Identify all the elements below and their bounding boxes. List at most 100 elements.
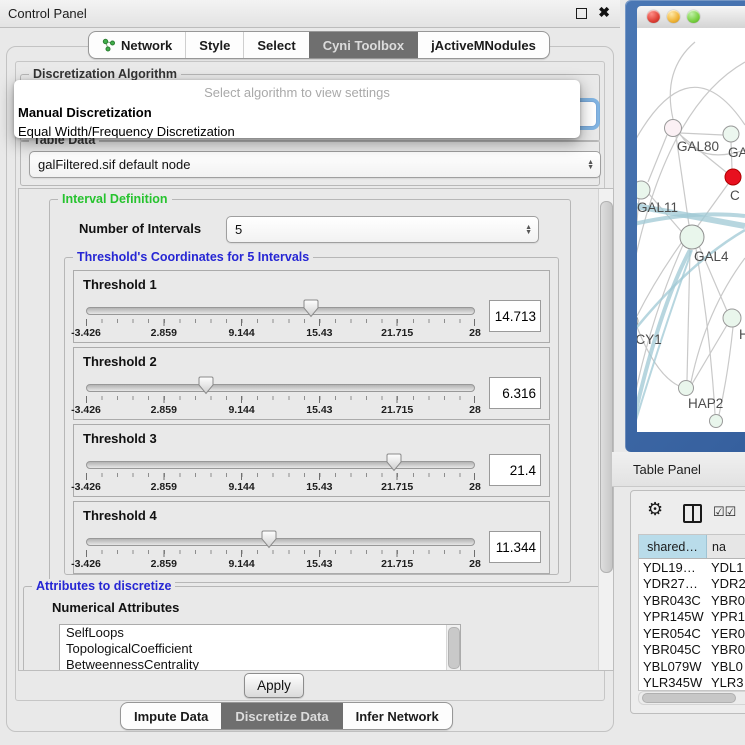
network-node[interactable] — [637, 181, 650, 199]
column-header-shared-name[interactable]: shared… — [639, 535, 707, 558]
table-row[interactable]: YBL079WYBL0 — [639, 658, 745, 675]
tab-cyni-toolbox[interactable]: Cyni Toolbox — [309, 32, 417, 58]
control-panel-titlebar: Control Panel ✖ — [0, 0, 620, 28]
slider-track[interactable] — [86, 307, 475, 315]
tab-label: jActiveMNodules — [431, 38, 536, 53]
scale-label: 2.859 — [151, 327, 177, 339]
attributes-list-scrollbar[interactable] — [446, 625, 460, 671]
attribute-item[interactable]: TopologicalCoefficient — [60, 641, 460, 657]
algorithm-option[interactable]: Manual Discretization — [14, 103, 580, 122]
table-row[interactable]: YBR045CYBR0 — [639, 642, 745, 659]
table-data-combobox[interactable]: galFiltered.sif default node ▲▼ — [29, 151, 601, 178]
threshold-value-field[interactable]: 6.316 — [489, 377, 541, 409]
thresholds-groupbox: Threshold's Coordinates for 5 Intervals … — [64, 257, 559, 575]
table-cell[interactable]: YDL1 — [707, 559, 745, 576]
tab-jactivemnodules[interactable]: jActiveMNodules — [417, 32, 549, 58]
slider-thumb[interactable] — [386, 453, 402, 472]
table-cell[interactable]: YDL19… — [639, 559, 707, 576]
float-icon[interactable] — [576, 8, 587, 19]
tab-infer-network[interactable]: Infer Network — [342, 703, 452, 729]
table-horizontal-scrollbar[interactable] — [638, 691, 745, 705]
num-intervals-value: 5 — [235, 222, 242, 237]
network-node[interactable] — [725, 169, 741, 185]
table-row[interactable]: YDL19…YDL1 — [639, 559, 745, 576]
threshold-slider[interactable]: -3.4262.8599.14415.4321.71528 — [84, 528, 477, 571]
table-cell[interactable]: YBR045C — [639, 642, 707, 659]
slider-track[interactable] — [86, 384, 475, 392]
threshold-slider[interactable]: -3.4262.8599.14415.4321.71528 — [84, 374, 477, 417]
numerical-attributes-list[interactable]: SelfLoopsTopologicalCoefficientBetweenne… — [59, 624, 461, 671]
table-cell[interactable]: YER054C — [639, 625, 707, 642]
table-cell[interactable]: YDR27… — [639, 576, 707, 593]
table-panel: ⚙ ☑☑ shared… na YDL19…YDL1YDR27…YDR2YBR0… — [630, 490, 745, 714]
network-node[interactable] — [680, 225, 704, 249]
table-cell[interactable]: YDR2 — [707, 576, 745, 593]
column-header-name[interactable]: na — [707, 535, 745, 558]
tab-discretize-data[interactable]: Discretize Data — [221, 703, 341, 729]
threshold-value-field[interactable]: 11.344 — [489, 531, 541, 563]
node-table[interactable]: shared… na YDL19…YDL1YDR27…YDR2YBR043CYB… — [638, 534, 745, 691]
tab-impute-data[interactable]: Impute Data — [121, 703, 221, 729]
attributes-groupbox: Attributes to discretize Numerical Attri… — [23, 586, 601, 671]
scale-label: 21.715 — [381, 404, 413, 416]
slider-scale-labels: -3.4262.8599.14415.4321.71528 — [86, 404, 475, 416]
table-cell[interactable]: YPR1 — [707, 609, 745, 626]
window-zoom-button[interactable] — [687, 10, 700, 23]
table-cell[interactable]: YBL079W — [639, 658, 707, 675]
algorithm-option[interactable]: Equal Width/Frequency Discretization — [14, 122, 580, 138]
slider-thumb[interactable] — [198, 376, 214, 395]
algorithm-combo-placeholder: Select algorithm to view settings — [14, 85, 580, 103]
attribute-item[interactable]: BetweennessCentrality — [60, 657, 460, 671]
tab-label: Discretize Data — [235, 709, 328, 724]
threshold-slider[interactable]: -3.4262.8599.14415.4321.71528 — [84, 451, 477, 494]
threshold-slider[interactable]: -3.4262.8599.14415.4321.71528 — [84, 297, 477, 340]
table-row[interactable]: YBR043CYBR0 — [639, 592, 745, 609]
threshold-panel: Threshold 1 -3.4262.8599.14415.4321.7152… — [73, 270, 550, 343]
scale-label: 28 — [469, 558, 481, 570]
network-node[interactable] — [723, 126, 739, 142]
network-canvas[interactable]: GAL80GACGAL11GAL4GCY1HHAP2 — [637, 28, 745, 432]
window-close-button[interactable] — [647, 10, 660, 23]
slider-major-ticks — [86, 319, 475, 326]
apply-button[interactable]: Apply — [244, 673, 304, 698]
network-node[interactable] — [710, 415, 723, 428]
table-cell[interactable]: YBR043C — [639, 592, 707, 609]
threshold-label: Threshold 4 — [83, 508, 157, 523]
attributes-group-title: Attributes to discretize — [32, 579, 175, 593]
table-cell[interactable]: YBR0 — [707, 642, 745, 659]
table-cell[interactable]: YLR345W — [639, 675, 707, 692]
network-node[interactable] — [665, 120, 682, 137]
table-cell[interactable]: YBR0 — [707, 592, 745, 609]
table-cell[interactable]: YBL0 — [707, 658, 745, 675]
split-columns-icon[interactable] — [683, 504, 702, 523]
interval-definition-groupbox: Interval Definition Number of Intervals … — [49, 199, 571, 583]
network-node[interactable] — [723, 309, 741, 327]
slider-track[interactable] — [86, 461, 475, 469]
window-minimize-button[interactable] — [667, 10, 680, 23]
gear-icon[interactable]: ⚙ — [647, 499, 663, 520]
tab-label: Impute Data — [134, 709, 208, 724]
threshold-value-field[interactable]: 14.713 — [489, 300, 541, 332]
table-cell[interactable]: YLR3 — [707, 675, 745, 692]
table-cell[interactable]: YPR145W — [639, 609, 707, 626]
slider-thumb[interactable] — [303, 299, 319, 318]
checkbox-checked-icons[interactable]: ☑☑ — [713, 507, 736, 517]
network-node[interactable] — [679, 381, 694, 396]
table-row[interactable]: YLR345WYLR3 — [639, 675, 745, 692]
close-icon[interactable]: ✖ — [598, 4, 610, 21]
tab-network[interactable]: Network — [89, 32, 185, 58]
slider-track[interactable] — [86, 538, 475, 546]
threshold-value-field[interactable]: 21.4 — [489, 454, 541, 486]
slider-thumb[interactable] — [261, 530, 277, 549]
table-cell[interactable]: YER0 — [707, 625, 745, 642]
settings-vertical-scrollbar[interactable] — [598, 189, 613, 670]
scale-label: 15.43 — [306, 404, 332, 416]
table-row[interactable]: YER054CYER0 — [639, 625, 745, 642]
table-row[interactable]: YPR145WYPR1 — [639, 609, 745, 626]
network-node-label: C — [730, 188, 740, 203]
table-row[interactable]: YDR27…YDR2 — [639, 576, 745, 593]
attribute-item[interactable]: SelfLoops — [60, 625, 460, 641]
num-intervals-combobox[interactable]: 5 ▲▼ — [226, 216, 539, 243]
tab-select[interactable]: Select — [243, 32, 308, 58]
tab-style[interactable]: Style — [185, 32, 243, 58]
